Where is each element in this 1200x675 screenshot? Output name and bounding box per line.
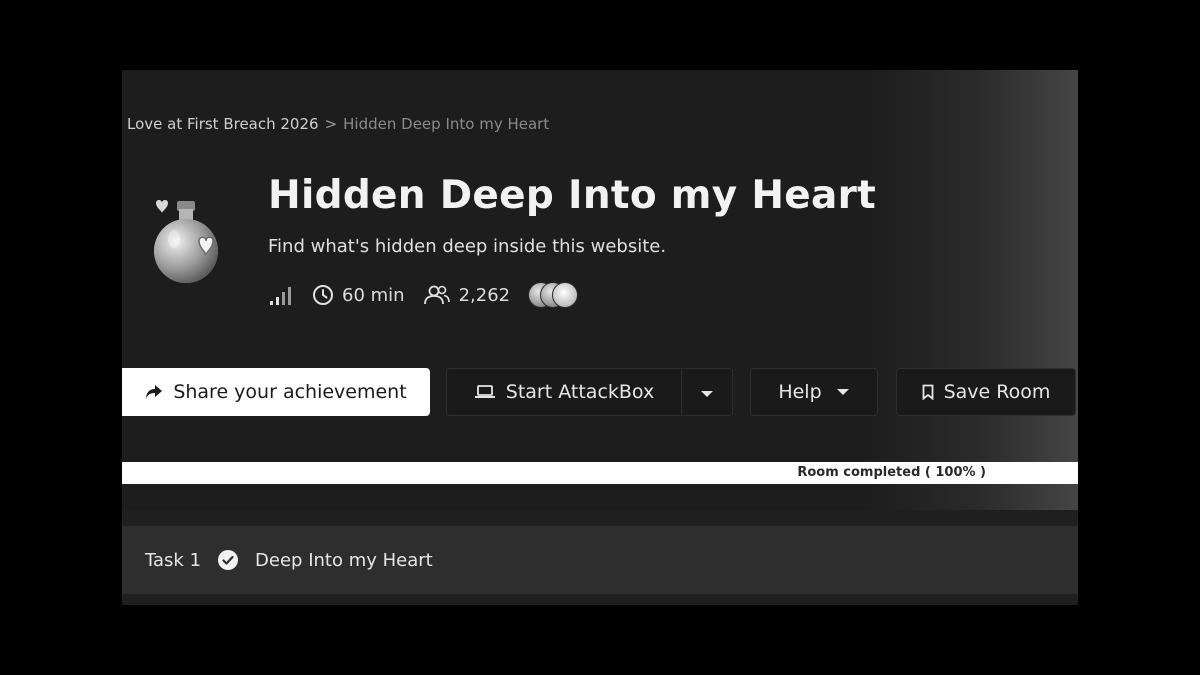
room-title: Hidden Deep Into my Heart (268, 173, 877, 218)
room-progress-bar: Room completed ( 100% ) (122, 462, 1078, 484)
badge-icon (552, 282, 579, 308)
save-button-label: Save Room (943, 381, 1051, 403)
attackbox-button-label: Start AttackBox (505, 381, 655, 403)
share-achievement-button[interactable]: Share your achievement (122, 368, 430, 416)
breadcrumb-current: Hidden Deep Into my Heart (343, 115, 550, 133)
room-meta: 60 min 2,262 (268, 282, 590, 308)
room-actions: Share your achievement Start AttackBox H… (122, 368, 1078, 416)
potion-bottle-icon (144, 195, 226, 285)
check-circle-icon (217, 549, 239, 571)
help-button[interactable]: Help (750, 368, 878, 416)
caret-down-icon (700, 381, 714, 403)
room-badges (528, 282, 590, 308)
room-page: Love at First Breach 2026 > Hidden Deep In… (122, 70, 1078, 605)
help-button-label: Help (778, 381, 822, 403)
duration-info: 60 min (312, 284, 405, 306)
attackbox-dropdown-button[interactable] (681, 368, 733, 416)
save-room-button[interactable]: Save Room (896, 368, 1076, 416)
task-number: Task 1 (145, 549, 202, 571)
difficulty-indicator (268, 284, 294, 306)
users-icon (423, 284, 451, 306)
room-header (122, 70, 1078, 510)
duration-text: 60 min (342, 284, 405, 306)
room-progress-label: Room completed ( 100% ) (797, 465, 986, 480)
bookmark-icon (922, 384, 934, 400)
users-count: 2,262 (458, 284, 511, 306)
laptop-icon (474, 384, 496, 400)
signal-bars-icon (268, 284, 294, 306)
task-row[interactable]: Task 1 Deep Into my Heart (122, 526, 1078, 594)
share-button-label: Share your achievement (173, 381, 407, 403)
breadcrumb-parent-link[interactable]: Love at First Breach 2026 (127, 115, 319, 133)
room-description: Find what's hidden deep inside this webs… (268, 236, 667, 257)
share-arrow-icon (145, 384, 163, 400)
caret-down-icon (836, 388, 850, 396)
breadcrumb: Love at First Breach 2026 > Hidden Deep In… (127, 115, 549, 133)
users-info: 2,262 (423, 284, 511, 306)
start-attackbox-button[interactable]: Start AttackBox (446, 368, 682, 416)
breadcrumb-separator: > (324, 115, 338, 133)
clock-icon (312, 284, 334, 306)
task-title: Deep Into my Heart (255, 549, 433, 571)
